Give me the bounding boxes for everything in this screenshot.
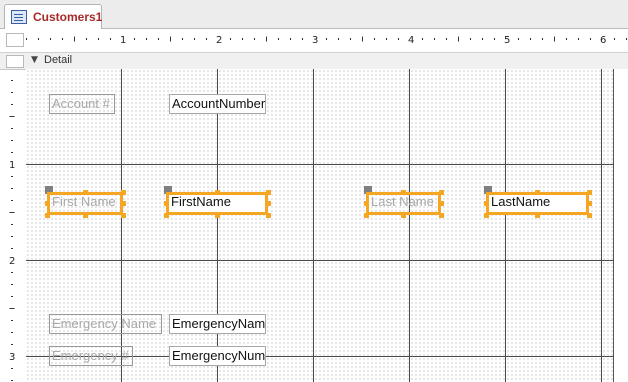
resize-handle[interactable] <box>535 212 540 218</box>
resize-handle[interactable] <box>586 201 592 206</box>
account-number-field[interactable]: AccountNumber <box>169 94 266 114</box>
section-label: Detail <box>44 54 73 66</box>
emergency-name-field[interactable]: EmergencyName <box>169 314 266 334</box>
form-right-edge[interactable] <box>613 69 628 382</box>
ruler-number: 3 <box>312 35 318 46</box>
tab-label: Customers1 <box>33 10 103 24</box>
resize-handle[interactable] <box>120 189 126 195</box>
ruler-number: 2 <box>9 256 15 267</box>
ruler-number: 1 <box>120 35 126 46</box>
resize-handle[interactable] <box>438 201 444 206</box>
resize-handle[interactable] <box>586 189 592 195</box>
resize-handle[interactable] <box>44 201 50 206</box>
grid-line <box>26 164 628 165</box>
resize-handle[interactable] <box>214 189 220 195</box>
horizontal-ruler[interactable]: 1 2 3 4 5 6 <box>26 30 628 48</box>
grid-line <box>505 69 506 382</box>
resize-handle[interactable] <box>44 212 50 218</box>
emergency-number-field[interactable]: EmergencyNumber <box>169 346 266 366</box>
detail-design-grid[interactable] <box>26 69 628 382</box>
ruler-number: 6 <box>600 35 606 46</box>
resize-handle[interactable] <box>363 212 369 218</box>
resize-handle[interactable] <box>265 189 271 195</box>
resize-handle[interactable] <box>120 212 126 218</box>
resize-handle[interactable] <box>265 201 271 206</box>
resize-handle[interactable] <box>163 201 169 206</box>
resize-handle[interactable] <box>363 201 369 206</box>
grid-line <box>313 69 314 382</box>
account-label[interactable]: Account # <box>49 94 115 114</box>
grid-line <box>26 260 628 261</box>
grid-line <box>601 69 602 382</box>
resize-handle[interactable] <box>82 189 88 195</box>
document-tab-bar: Customers1 <box>0 0 628 29</box>
grid-line <box>121 69 122 382</box>
resize-handle[interactable] <box>438 212 444 218</box>
emergency-name-label[interactable]: Emergency Name <box>49 314 162 334</box>
section-selector[interactable] <box>6 55 24 68</box>
resize-handle[interactable] <box>483 212 489 218</box>
form-selector[interactable] <box>6 33 24 47</box>
ruler-number: 1 <box>9 160 15 171</box>
resize-handle[interactable] <box>82 212 88 218</box>
resize-handle[interactable] <box>163 212 169 218</box>
resize-handle[interactable] <box>438 189 444 195</box>
resize-handle[interactable] <box>401 189 406 195</box>
tab-customers1[interactable]: Customers1 <box>4 4 102 29</box>
emergency-number-label[interactable]: Emergency # <box>49 346 133 366</box>
section-arrow-icon: ▼ <box>31 55 38 65</box>
grid-line <box>217 69 218 382</box>
resize-handle[interactable] <box>120 201 126 206</box>
detail-section-bar[interactable]: ▼ Detail <box>0 52 628 70</box>
resize-handle[interactable] <box>586 212 592 218</box>
resize-handle[interactable] <box>265 212 271 218</box>
resize-handle[interactable] <box>401 212 406 218</box>
vertical-ruler[interactable]: 1 2 3 <box>0 68 24 382</box>
ruler-number: 3 <box>9 352 15 363</box>
resize-handle[interactable] <box>535 189 540 195</box>
ruler-number: 5 <box>504 35 510 46</box>
resize-handle[interactable] <box>483 201 489 206</box>
ruler-number: 4 <box>408 35 414 46</box>
form-icon <box>11 10 27 24</box>
grid-line <box>409 69 410 382</box>
ruler-number: 2 <box>216 35 222 46</box>
resize-handle[interactable] <box>214 212 220 218</box>
